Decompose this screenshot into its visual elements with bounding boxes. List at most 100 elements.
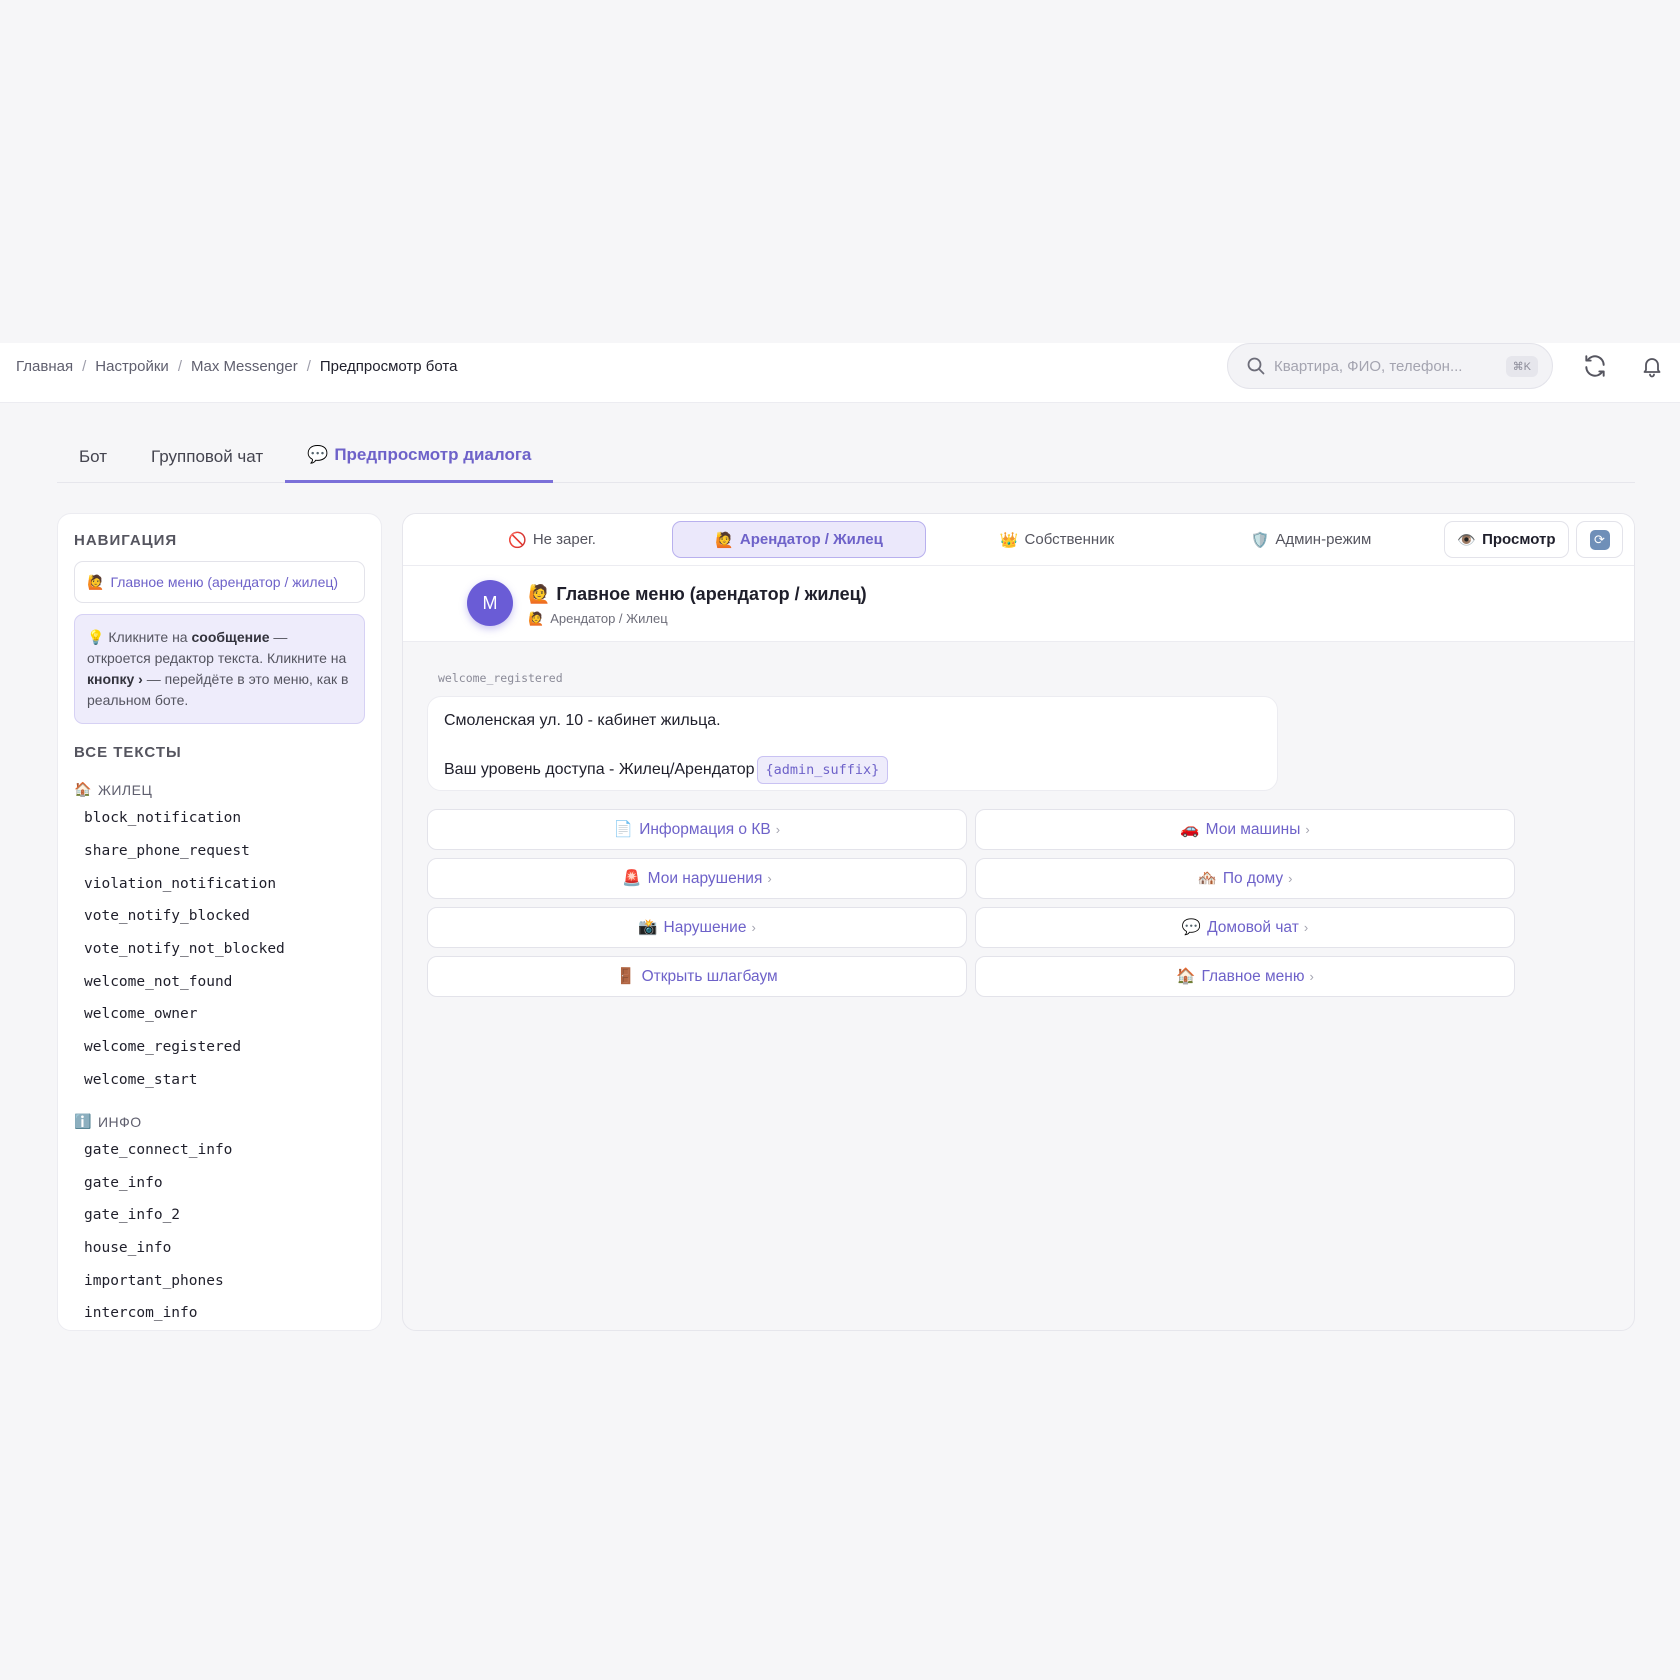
text-key-item[interactable]: gate_info_2 — [84, 1207, 180, 1223]
breadcrumb-separator: / — [177, 357, 182, 375]
view-button-label: Просмотр — [1482, 531, 1556, 548]
lightbulb-icon: 💡 — [87, 629, 105, 645]
shield-icon: 🛡️ — [1250, 531, 1270, 549]
view-button[interactable]: 👁️ Просмотр — [1444, 521, 1569, 558]
keyboard-button-label: Нарушение — [663, 918, 747, 936]
navigation-heading: НАВИГАЦИЯ — [74, 532, 178, 549]
chevron-right-icon: › — [1305, 822, 1310, 837]
role-label: Арендатор / Жилец — [739, 531, 883, 548]
breadcrumb-max-messenger[interactable]: Max Messenger — [191, 358, 298, 375]
dialog-preview-panel: 🚫 Не зарег. 🙋 Арендатор / Жилец 👑 Собств… — [402, 513, 1635, 1331]
refresh-button[interactable] — [1579, 350, 1611, 382]
message-bubble[interactable]: Смоленская ул. 10 - кабинет жильца. Ваш … — [427, 696, 1278, 791]
group-label-info: ℹ️ ИНФО — [74, 1113, 142, 1130]
keyboard-button-my-cars[interactable]: 🚗 Мои машины › — [975, 809, 1515, 850]
nav-item-label: Главное меню (арендатор / жилец) — [110, 574, 339, 590]
group-label-resident: 🏠 ЖИЛЕЦ — [74, 781, 152, 798]
role-unregistered[interactable]: 🚫 Не зарег. — [425, 521, 679, 558]
role-switcher: 🚫 Не зарег. 🙋 Арендатор / Жилец 👑 Собств… — [403, 514, 1634, 566]
bell-icon — [1643, 358, 1661, 378]
preview-refresh-button[interactable]: ⟳ — [1576, 521, 1623, 558]
role-admin-mode[interactable]: 🛡️ Админ-режим — [1184, 521, 1438, 558]
hint-bold: сообщение — [191, 629, 270, 645]
chevron-right-icon: › — [1303, 920, 1309, 935]
car-icon: 🚗 — [1180, 821, 1200, 838]
text-key-item[interactable]: important_phones — [84, 1273, 224, 1289]
chat-header: M 🙋 Главное меню (арендатор / жилец) 🙋 Аре… — [403, 566, 1634, 642]
text-key-item[interactable]: house_info — [84, 1240, 171, 1256]
role-label: Админ-режим — [1275, 531, 1372, 548]
message-line: Смоленская ул. 10 - кабинет жильца. — [444, 712, 721, 729]
keyboard-button-label: По дому — [1222, 869, 1284, 887]
text-key-item[interactable]: gate_info — [84, 1175, 163, 1191]
bot-avatar: M — [467, 580, 513, 626]
keyboard-button-label: Домовой чат — [1207, 918, 1299, 936]
raising-hand-icon: 🙋 — [87, 573, 105, 590]
text-key-item[interactable]: share_phone_request — [84, 843, 250, 859]
house-icon: 🏠 — [1176, 968, 1196, 985]
text-key-item[interactable]: vote_notify_not_blocked — [84, 941, 285, 957]
tab-dialog-preview[interactable]: 💬 Предпросмотр диалога — [285, 430, 554, 483]
message-line: Ваш уровень доступа - Жилец/Арендатор {a… — [444, 756, 1261, 784]
house-icon: 🏠 — [74, 781, 92, 797]
role-label: Не зарег. — [532, 531, 596, 548]
camera-icon: 📸 — [638, 919, 658, 936]
tab-label: Предпросмотр диалога — [334, 445, 532, 464]
tab-label: Бот — [79, 446, 108, 466]
text-key-item[interactable]: gate_connect_info — [84, 1142, 232, 1158]
door-icon: 🚪 — [616, 968, 636, 985]
search-input[interactable] — [1274, 357, 1506, 375]
breadcrumb: Главная / Настройки / Max Messenger / Пр… — [16, 343, 457, 389]
keyboard-button-open-barrier[interactable]: 🚪 Открыть шлагбаум — [427, 956, 967, 997]
info-icon: ℹ️ — [74, 1113, 92, 1129]
chevron-right-icon: › — [1288, 871, 1293, 886]
text-key-item[interactable]: vote_notify_blocked — [84, 908, 250, 924]
hint-text: Кликните на — [108, 629, 192, 645]
text-key-item[interactable]: welcome_start — [84, 1072, 198, 1088]
crown-icon: 👑 — [999, 531, 1019, 549]
text-key-item[interactable]: violation_notification — [84, 876, 276, 892]
search-icon — [1247, 357, 1265, 375]
keyboard-button-violation[interactable]: 📸 Нарушение › — [427, 907, 967, 948]
tab-bot[interactable]: Бот — [57, 430, 129, 483]
chevron-right-icon: › — [767, 871, 772, 886]
search-box[interactable]: ⌘K — [1227, 343, 1553, 389]
all-texts-heading: ВСЕ ТЕКСТЫ — [74, 744, 182, 761]
keyboard-button-label: Информация о КВ — [639, 820, 771, 838]
breadcrumb-current: Предпросмотр бота — [319, 357, 458, 375]
keyboard-button-house-chat[interactable]: 💬 Домовой чат › — [975, 907, 1515, 948]
chat-subtitle: 🙋 Арендатор / Жилец — [528, 611, 668, 627]
tab-group-chat[interactable]: Групповой чат — [129, 430, 285, 483]
text-key-item[interactable]: welcome_not_found — [84, 974, 232, 990]
keyboard-button-about-house[interactable]: 🏘️ По дому › — [975, 858, 1515, 899]
chat-title: 🙋 Главное меню (арендатор / жилец) — [528, 584, 867, 605]
group-label-text: ЖИЛЕЦ — [97, 781, 153, 798]
prohibited-icon: 🚫 — [508, 531, 527, 549]
text-key-item[interactable]: block_notification — [84, 810, 241, 826]
refresh-icon: ⟳ — [1589, 529, 1610, 550]
notifications-button[interactable] — [1636, 350, 1668, 382]
settings-tabs: Бот Групповой чат 💬 Предпросмотр диалога — [57, 430, 1635, 483]
keyboard-button-label: Мои машины — [1205, 820, 1301, 838]
tab-label: Групповой чат — [151, 446, 264, 466]
speech-bubble-icon: 💬 — [307, 445, 329, 464]
top-bar: Главная / Настройки / Max Messenger / Пр… — [0, 343, 1680, 403]
variable-chip: {admin_suffix} — [756, 756, 889, 784]
document-icon: 📄 — [613, 821, 634, 838]
siren-icon: 🚨 — [622, 870, 642, 887]
breadcrumb-settings[interactable]: Настройки — [95, 358, 169, 375]
raising-hand-icon: 🙋 — [528, 584, 551, 604]
role-tenant-resident[interactable]: 🙋 Арендатор / Жилец — [672, 521, 926, 558]
eye-icon: 👁️ — [1457, 531, 1477, 549]
keyboard-button-main-menu[interactable]: 🏠 Главное меню › — [975, 956, 1515, 997]
hint-bold: кнопку › — [87, 671, 143, 687]
breadcrumb-separator: / — [306, 357, 311, 375]
text-key-item[interactable]: welcome_owner — [84, 1006, 198, 1022]
text-key-item[interactable]: intercom_info — [84, 1305, 198, 1321]
keyboard-button-my-violations[interactable]: 🚨 Мои нарушения › — [427, 858, 967, 899]
role-owner[interactable]: 👑 Собственник — [930, 521, 1184, 558]
breadcrumb-home[interactable]: Главная — [16, 358, 73, 375]
keyboard-button-apartment-info[interactable]: 📄 Информация о КВ › — [427, 809, 967, 850]
nav-item-main-menu[interactable]: 🙋 Главное меню (арендатор / жилец) — [74, 561, 365, 603]
text-key-item[interactable]: welcome_registered — [84, 1039, 241, 1055]
